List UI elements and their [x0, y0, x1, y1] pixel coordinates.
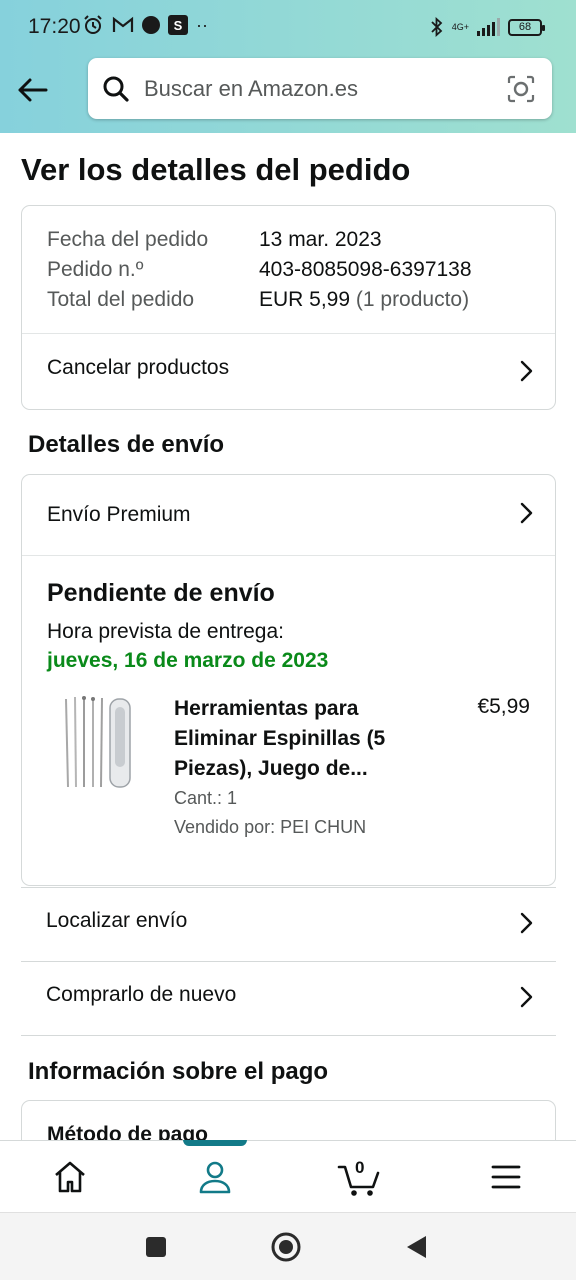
status-bar: 17:20 S ·· 4G+ 68 — [0, 0, 576, 56]
product-image[interactable] — [60, 693, 134, 793]
search-placeholder: Buscar en Amazon.es — [144, 76, 359, 101]
circle-icon — [271, 1232, 301, 1262]
eta-label: Hora prevista de entrega: — [47, 620, 284, 643]
alarm-icon — [82, 14, 104, 36]
cancel-products-row[interactable]: Cancelar productos — [22, 334, 555, 410]
menu-icon — [491, 1165, 521, 1189]
order-date-label: Fecha del pedido — [47, 228, 209, 251]
product-quantity: Cant.: 1 — [174, 788, 238, 808]
square-icon — [146, 1237, 166, 1257]
network-type: 4G+ — [451, 21, 469, 32]
signal-icon — [477, 18, 500, 36]
product-price: €5,99 — [477, 695, 530, 718]
battery-icon: 68 — [508, 18, 545, 36]
page-title: Ver los detalles del pedido — [21, 152, 411, 187]
bluetooth-icon — [430, 16, 444, 38]
home-system-button[interactable] — [270, 1231, 302, 1263]
triangle-back-icon — [407, 1236, 426, 1258]
chevron-right-icon — [520, 502, 533, 524]
payment-section-title: Información sobre el pago — [28, 1058, 329, 1085]
app-dot-icon — [142, 16, 160, 34]
top-bar: 17:20 S ·· 4G+ 68 Buscar en Amazon.es — [0, 0, 576, 133]
buy-again-row[interactable]: Comprarlo de nuevo — [21, 961, 556, 1035]
track-shipment-label: Localizar envío — [46, 909, 188, 932]
search-bar[interactable]: Buscar en Amazon.es — [88, 58, 552, 119]
order-total-label: Total del pedido — [47, 288, 195, 311]
shipping-method-row[interactable]: Envío Premium — [22, 475, 555, 555]
cart-count-badge: 0 — [355, 1158, 365, 1177]
chevron-right-icon — [520, 360, 533, 382]
eta-date: jueves, 16 de marzo de 2023 — [47, 649, 329, 672]
back-system-button[interactable] — [400, 1231, 432, 1263]
order-date-value: 13 mar. 2023 — [259, 228, 382, 251]
chevron-right-icon — [520, 912, 533, 934]
system-indicators: 4G+ 68 — [430, 16, 545, 38]
bottom-navigation: 0 — [0, 1140, 576, 1212]
more-notifications-icon: ·· — [196, 14, 208, 35]
product-title[interactable]: Herramientas para Eliminar Espinillas (5… — [174, 694, 414, 784]
s-app-icon: S — [168, 15, 188, 35]
order-summary-card: Fecha del pedido 13 mar. 2023 Pedido n.º… — [21, 205, 556, 410]
recent-apps-button[interactable] — [140, 1231, 172, 1263]
account-icon — [199, 1161, 231, 1194]
nav-menu[interactable] — [484, 1155, 528, 1199]
divider — [21, 1035, 556, 1036]
cancel-products-label: Cancelar productos — [47, 356, 230, 379]
tool-set-image — [65, 696, 131, 788]
notification-icons: S ·· — [82, 14, 208, 36]
back-button[interactable] — [14, 72, 50, 108]
system-navigation-bar — [0, 1212, 576, 1280]
nav-account[interactable] — [193, 1155, 237, 1199]
divider — [22, 555, 555, 556]
product-seller: Vendido por: PEI CHUN — [174, 817, 367, 837]
order-total-value: EUR 5,99 (1 producto) — [259, 288, 469, 312]
back-arrow-icon — [18, 78, 48, 102]
order-number-value: 403-8085098-6397138 — [259, 258, 472, 281]
camera-scan-icon[interactable] — [506, 74, 536, 104]
shipment-status: Pendiente de envío — [47, 579, 275, 607]
shipping-card: Envío Premium Pendiente de envío Hora pr… — [21, 474, 556, 886]
buy-again-label: Comprarlo de nuevo — [46, 983, 237, 1006]
shipping-method-label: Envío Premium — [47, 503, 191, 526]
home-icon — [55, 1161, 85, 1193]
nav-home[interactable] — [48, 1155, 92, 1199]
track-shipment-row[interactable]: Localizar envío — [21, 887, 556, 961]
order-total-amount: EUR 5,99 — [259, 288, 351, 311]
gmail-icon — [112, 16, 134, 34]
active-tab-indicator — [183, 1140, 247, 1146]
order-number-label: Pedido n.º — [47, 258, 144, 281]
shipping-section-title: Detalles de envío — [28, 431, 225, 458]
search-icon — [103, 76, 129, 102]
status-time: 17:20 — [28, 15, 81, 38]
order-total-count: (1 producto) — [350, 288, 470, 311]
chevron-right-icon — [520, 986, 533, 1008]
